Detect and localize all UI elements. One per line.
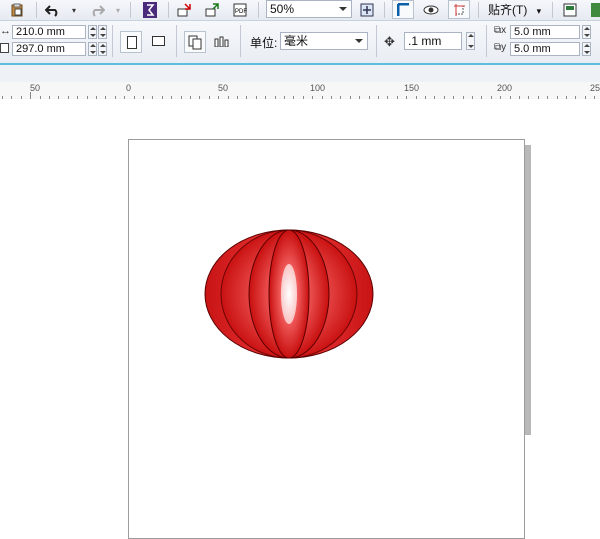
all-pages-button[interactable] — [184, 31, 206, 53]
page-height-spinner[interactable] — [88, 42, 97, 56]
page-height-spinner-2[interactable] — [98, 42, 107, 56]
all-pages-icon — [188, 35, 203, 53]
page-shadow — [525, 145, 531, 435]
app-launcher-icon[interactable] — [590, 1, 600, 19]
horizontal-ruler[interactable]: 50 0 50 100 150 200 250 — [0, 82, 600, 100]
snap-to-menu[interactable]: 贴齐(T) ▾ — [488, 1, 541, 18]
portrait-button[interactable] — [120, 31, 142, 53]
clipboard-icon[interactable] — [8, 1, 26, 19]
chevron-down-icon — [339, 7, 347, 11]
fullscreen-icon[interactable] — [358, 1, 376, 19]
export-icon[interactable] — [204, 1, 222, 19]
ruler-label: 50 — [218, 83, 229, 93]
zoom-level-value: 50% — [270, 2, 295, 16]
chevron-down-icon — [355, 39, 363, 43]
undo-icon[interactable] — [44, 1, 62, 19]
nudge-spinner[interactable] — [466, 32, 475, 50]
ruler-tick — [30, 92, 32, 99]
zoom-level-select[interactable]: 50% — [266, 0, 352, 18]
ruler-label: 150 — [404, 83, 420, 93]
units-label: 单位: — [250, 36, 278, 50]
lantern-drawing[interactable] — [200, 226, 380, 366]
units-value: 毫米 — [284, 34, 309, 48]
current-page-icon[interactable] — [214, 35, 230, 50]
corel-launch-icon[interactable] — [142, 1, 158, 19]
standard-toolbar: ▾ ▾ PDF 50% 贴齐(T) ▾ — [0, 0, 600, 21]
import-icon[interactable] — [176, 1, 194, 19]
duplicate-x-field[interactable]: 5.0 mm — [510, 25, 580, 39]
duplicate-x-spinner[interactable] — [582, 25, 591, 39]
landscape-icon[interactable] — [152, 35, 165, 49]
pdf-icon[interactable]: PDF — [232, 1, 250, 19]
page-width-spinner[interactable] — [88, 25, 97, 39]
duplicate-y-icon: ⧉y — [494, 42, 507, 53]
lantern-highlight — [281, 264, 297, 324]
guidelines-toggle-button[interactable] — [448, 0, 470, 19]
duplicate-y-spinner[interactable] — [582, 42, 591, 56]
portrait-icon — [127, 36, 137, 52]
rulers-icon — [396, 2, 410, 20]
toolbar-spacer — [0, 65, 600, 82]
page-height-field[interactable]: 297.0 mm — [12, 42, 86, 56]
ruler-label: 250 — [590, 83, 600, 93]
redo-icon[interactable] — [88, 1, 106, 19]
ruler-label: 50 — [30, 83, 41, 93]
property-bar: ↔ 210.0 mm 297.0 mm 单位: 毫米 ✥ .1 mm ⧉x 5.… — [0, 21, 600, 63]
options-icon[interactable] — [562, 1, 578, 19]
redo-dropdown-arrow[interactable]: ▾ — [114, 1, 122, 19]
rulers-toggle-button[interactable] — [392, 0, 414, 19]
ruler-label: 100 — [310, 83, 326, 93]
eye-icon[interactable] — [422, 1, 440, 19]
ruler-label: 0 — [126, 83, 132, 93]
duplicate-y-field[interactable]: 5.0 mm — [510, 42, 580, 56]
units-select[interactable]: 毫米 — [280, 32, 368, 50]
page-width-field[interactable]: 210.0 mm — [12, 25, 86, 39]
nudge-distance-field[interactable]: .1 mm — [404, 32, 462, 50]
page-width-spinner-2[interactable] — [98, 25, 107, 39]
ruler-label: 200 — [497, 83, 513, 93]
nudge-move-icon: ✥ — [384, 34, 395, 49]
duplicate-x-icon: ⧉x — [494, 25, 507, 36]
snap-to-label: 贴齐(T) — [488, 3, 528, 17]
page-height-icon — [0, 42, 9, 56]
snap-dropdown-arrow: ▾ — [536, 6, 542, 16]
undo-dropdown-arrow[interactable]: ▾ — [70, 1, 78, 19]
svg-text:PDF: PDF — [235, 9, 247, 15]
guidelines-icon — [453, 3, 466, 20]
page-width-icon: ↔ — [0, 25, 11, 37]
